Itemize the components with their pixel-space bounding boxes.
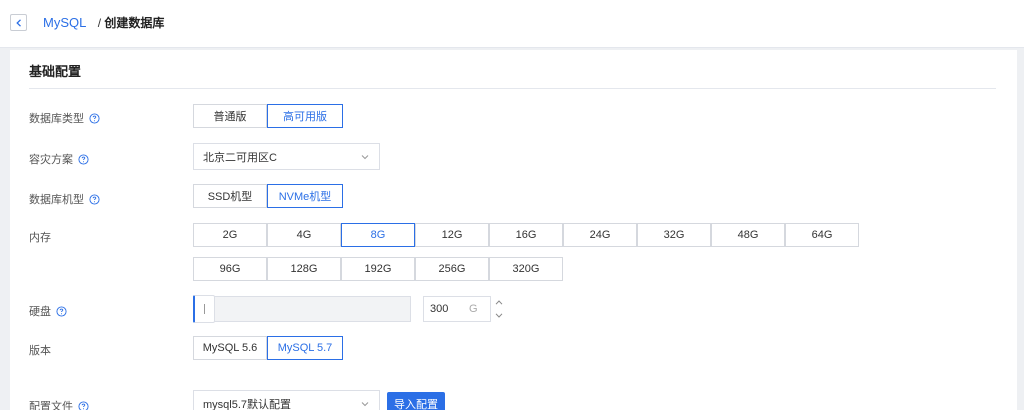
- top-bar: MySQL / 创建数据库: [0, 0, 1024, 48]
- chevron-left-icon: [15, 18, 21, 27]
- config-file-value: mysql5.7默认配置: [203, 398, 292, 410]
- db-type-label: 数据库类型: [29, 110, 100, 126]
- machine-type-option-ssd[interactable]: SSD机型: [193, 184, 267, 208]
- chevron-down-icon: [495, 313, 503, 318]
- breadcrumb-separator: /: [97, 16, 102, 30]
- disk-size-input[interactable]: [430, 302, 466, 316]
- db-type-option-ha[interactable]: 高可用版: [267, 104, 343, 128]
- disk-size-input-box: G: [423, 296, 491, 322]
- db-type-label-text: 数据库类型: [29, 113, 84, 125]
- section-title: 基础配置: [29, 64, 82, 79]
- memory-option-192g[interactable]: 192G: [341, 257, 415, 281]
- breadcrumb-current: 创建数据库: [104, 16, 165, 30]
- chevron-down-icon: [361, 155, 369, 160]
- version-option-5-6[interactable]: MySQL 5.6: [193, 336, 267, 360]
- memory-option-4g[interactable]: 4G: [267, 223, 341, 247]
- section-divider: [29, 88, 996, 89]
- config-file-label: 配置文件: [29, 398, 89, 410]
- question-circle-icon[interactable]: [78, 153, 89, 165]
- disk-label: 硬盘: [29, 303, 67, 319]
- version-option-5-7[interactable]: MySQL 5.7: [267, 336, 343, 360]
- memory-option-8g[interactable]: 8G: [341, 223, 415, 247]
- disk-slider-handle[interactable]: [193, 295, 215, 323]
- question-circle-icon[interactable]: [78, 400, 89, 410]
- config-file-select[interactable]: mysql5.7默认配置: [193, 390, 380, 410]
- memory-label: 内存: [29, 229, 51, 245]
- chevron-down-icon: [361, 402, 369, 407]
- back-button[interactable]: [10, 14, 27, 31]
- machine-type-label-text: 数据库机型: [29, 194, 84, 206]
- db-type-option-standard[interactable]: 普通版: [193, 104, 267, 128]
- chevron-up-icon: [495, 300, 503, 305]
- disaster-plan-value: 北京二可用区C: [203, 151, 277, 164]
- stepper-down-button[interactable]: [493, 309, 505, 322]
- memory-option-2g[interactable]: 2G: [193, 223, 267, 247]
- question-circle-icon[interactable]: [89, 193, 100, 205]
- config-file-label-text: 配置文件: [29, 401, 73, 410]
- memory-option-256g[interactable]: 256G: [415, 257, 489, 281]
- disk-slider-track[interactable]: [193, 296, 411, 322]
- disk-size-unit: G: [469, 303, 478, 315]
- config-card: 基础配置 数据库类型 普通版 高可用版 容灾方案 北京二可用区C 数据库机型 S…: [10, 50, 1017, 410]
- memory-option-128g[interactable]: 128G: [267, 257, 341, 281]
- disaster-plan-select[interactable]: 北京二可用区C: [193, 143, 380, 170]
- import-config-button[interactable]: 导入配置: [387, 392, 445, 410]
- memory-option-32g[interactable]: 32G: [637, 223, 711, 247]
- memory-option-64g[interactable]: 64G: [785, 223, 859, 247]
- version-label: 版本: [29, 342, 51, 358]
- machine-type-option-nvme[interactable]: NVMe机型: [267, 184, 343, 208]
- memory-option-320g[interactable]: 320G: [489, 257, 563, 281]
- memory-option-24g[interactable]: 24G: [563, 223, 637, 247]
- disaster-plan-label: 容灾方案: [29, 151, 89, 167]
- disk-size-stepper: [493, 296, 505, 322]
- disk-label-text: 硬盘: [29, 306, 51, 318]
- memory-option-48g[interactable]: 48G: [711, 223, 785, 247]
- question-circle-icon[interactable]: [89, 112, 100, 124]
- breadcrumb-parent-link[interactable]: MySQL: [43, 15, 86, 30]
- memory-option-96g[interactable]: 96G: [193, 257, 267, 281]
- memory-label-text: 内存: [29, 232, 51, 244]
- memory-option-16g[interactable]: 16G: [489, 223, 563, 247]
- breadcrumb: MySQL / 创建数据库: [43, 15, 165, 31]
- memory-option-12g[interactable]: 12G: [415, 223, 489, 247]
- machine-type-label: 数据库机型: [29, 191, 100, 207]
- stepper-up-button[interactable]: [493, 296, 505, 309]
- question-circle-icon[interactable]: [56, 305, 67, 317]
- disaster-plan-label-text: 容灾方案: [29, 154, 73, 166]
- version-label-text: 版本: [29, 345, 51, 357]
